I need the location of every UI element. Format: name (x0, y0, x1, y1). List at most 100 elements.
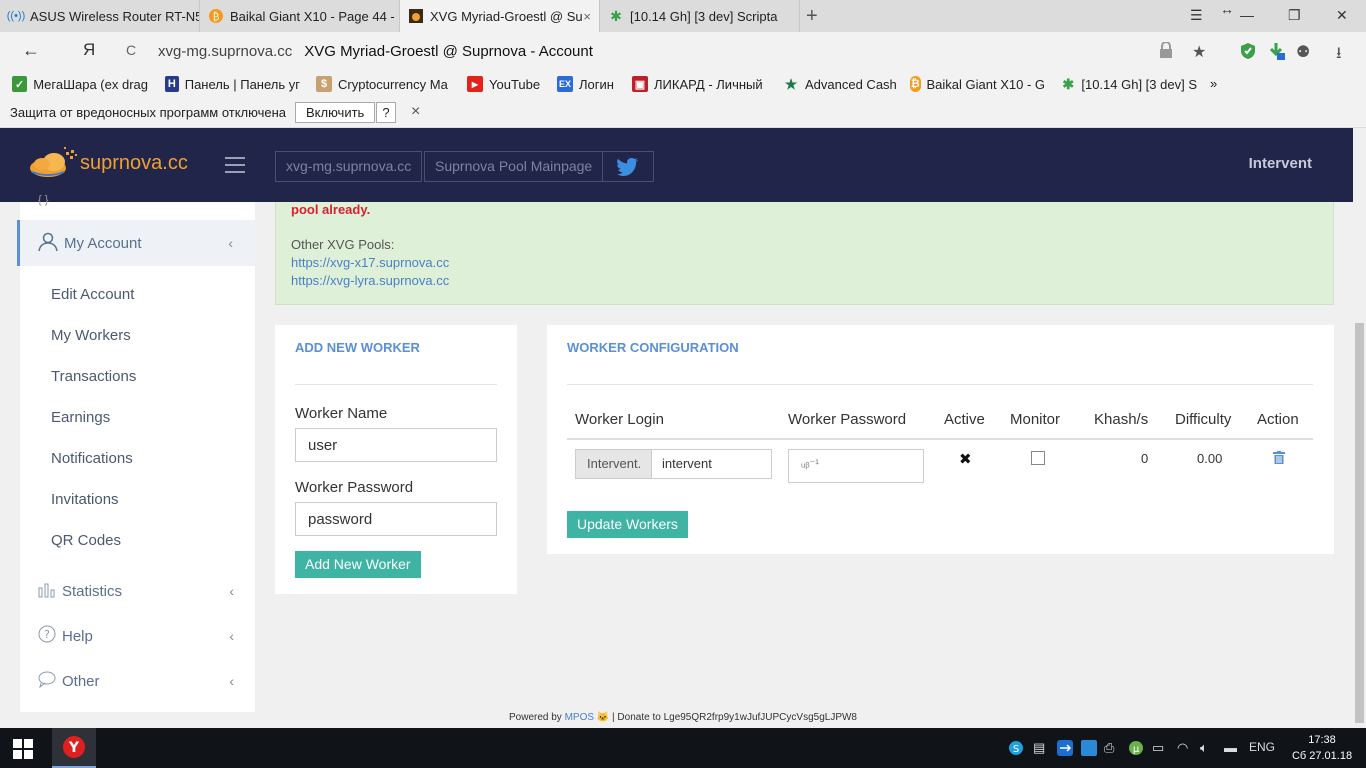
site-logo[interactable]: suprnova.cc (28, 146, 188, 180)
url-field[interactable]: C xvg-mg.suprnova.cc XVG Myriad-Groestl … (122, 36, 1222, 66)
battery-icon[interactable]: ▭ (1152, 740, 1164, 756)
bookmark-baikal[interactable]: ₿ Baikal Giant X10 - G (910, 76, 1045, 92)
close-tab-icon[interactable]: × (583, 9, 591, 24)
pool-link-x17[interactable]: https://xvg-x17.suprnova.cc (291, 255, 449, 270)
cut-off-icon: { } (38, 194, 49, 206)
yandex-icon[interactable]: Я (83, 40, 95, 60)
clock-date: Сб 27.01.18 (1291, 750, 1353, 762)
volume-icon[interactable]: 🔈︎ (1200, 740, 1208, 756)
twitter-button[interactable] (602, 151, 654, 182)
tab-asus-router[interactable]: ((•)) ASUS Wireless Router RT-N5 (0, 0, 200, 32)
windows-start-icon[interactable] (13, 739, 33, 762)
sidebar-item-label: My Account (64, 234, 142, 252)
skype-icon[interactable]: S (1008, 740, 1024, 759)
suprnova-icon (408, 8, 424, 24)
bookmark-megashara[interactable]: ✓ МегаШара (ex drag (12, 76, 148, 92)
add-new-worker-button[interactable]: Add New Worker (295, 551, 421, 578)
download-ext-icon[interactable] (1267, 42, 1285, 65)
sidebar-item-invitations[interactable]: Invitations (51, 491, 119, 508)
sidebar-item-help[interactable]: ? Help ‹ (38, 625, 238, 647)
col-khash: Khash/s (1094, 411, 1149, 428)
sidebar-item-statistics[interactable]: Statistics ‹ (38, 580, 238, 602)
monitor-checkbox[interactable] (1031, 451, 1045, 465)
wifi-icon[interactable]: ◠ (1177, 740, 1188, 756)
tab-suprnova[interactable]: XVG Myriad-Groestl @ Su × (400, 0, 600, 32)
menu-icon[interactable]: ☰ (1190, 7, 1203, 24)
network-app-icon[interactable] (1081, 740, 1097, 759)
bookmark-crypto[interactable]: $ Cryptocurrency Ma (316, 76, 451, 92)
tab-baikal[interactable]: ₿ Baikal Giant X10 - Page 44 - (200, 0, 400, 32)
scrollbar-thumb[interactable] (1355, 323, 1364, 723)
worker-login-prefix: Intervent. (575, 449, 652, 479)
back-icon[interactable]: ← (22, 40, 40, 61)
tab-scripta[interactable]: ✱ [10.14 Gh] [3 dev] Scripta (600, 0, 800, 32)
lock-icon[interactable] (1158, 41, 1174, 63)
worker-password-input[interactable] (295, 502, 497, 536)
github-icon[interactable]: 🐱 (597, 712, 609, 723)
star-icon[interactable]: ★ (1192, 42, 1206, 62)
help-button[interactable]: ? (376, 102, 396, 123)
mpos-link[interactable]: MPOS (565, 712, 594, 723)
hamburger-menu-icon[interactable] (225, 157, 245, 178)
update-workers-button[interactable]: Update Workers (567, 511, 688, 538)
page-scrollbar[interactable] (1353, 128, 1366, 728)
close-warning-icon[interactable]: × (411, 103, 420, 121)
minimize-icon[interactable]: — (1240, 7, 1254, 23)
khash-value: 0 (1141, 451, 1149, 466)
sidebar-item-my-workers[interactable]: My Workers (51, 327, 131, 344)
browser-tabbar: ((•)) ASUS Wireless Router RT-N5 ₿ Baika… (0, 0, 1366, 32)
reload-icon[interactable]: C (126, 42, 136, 58)
bookmark-scripta[interactable]: ✱ [10.14 Gh] [3 dev] S (1061, 76, 1197, 92)
trash-icon[interactable] (1273, 451, 1285, 467)
question-circle-icon: ? (38, 625, 56, 647)
yandex-browser-taskbar-button[interactable]: Y (52, 728, 96, 768)
worker-name-input[interactable] (295, 428, 497, 462)
language-indicator[interactable]: ENG (1249, 740, 1275, 754)
notification-icon[interactable]: ▬ (1224, 740, 1237, 755)
mainpage-button[interactable]: Suprnova Pool Mainpage (424, 151, 604, 182)
chevron-left-icon: ‹ (228, 235, 233, 251)
new-tab-button[interactable]: + (806, 5, 818, 28)
worker-config-title: WORKER CONFIGURATION (567, 340, 739, 355)
worker-login-input[interactable]: intervent (651, 449, 772, 479)
pool-link-lyra[interactable]: https://xvg-lyra.suprnova.cc (291, 273, 449, 288)
table-header-divider (567, 438, 1313, 440)
bookmark-likard[interactable]: ▣ ЛИКАРД - Личный (632, 76, 768, 92)
svg-text:Y: Y (68, 740, 80, 756)
sidebar-item-qr-codes[interactable]: QR Codes (51, 532, 121, 549)
windows-taskbar: Y S ▤ ⎙ µ ▭ ◠ 🔈︎ ▬ ENG 17:38 Сб 27.01.18 (0, 728, 1366, 768)
worker-password-field[interactable]: ᵤᵦ⁻¹ (788, 449, 924, 483)
pool-domain-button[interactable]: xvg-mg.suprnova.cc (275, 151, 423, 182)
sidebar-item-my-account[interactable]: My Account ‹ (17, 220, 255, 266)
restore-icon[interactable]: ❐ (1288, 7, 1301, 24)
sidebar-item-edit-account[interactable]: Edit Account (51, 286, 134, 303)
site-header: suprnova.cc xvg-mg.suprnova.cc Suprnova … (0, 128, 1366, 202)
difficulty-value: 0.00 (1197, 451, 1223, 466)
teamviewer-icon[interactable] (1057, 740, 1073, 759)
tab-label: ASUS Wireless Router RT-N5 (30, 8, 200, 24)
worker-config-panel: WORKER CONFIGURATION Worker Login Worker… (547, 325, 1334, 554)
app-window-icon[interactable]: ▤ (1033, 740, 1045, 756)
printer-icon[interactable]: ⎙ (1104, 740, 1114, 756)
powered-by-text: Powered by (508, 712, 562, 723)
shield-icon[interactable] (1239, 42, 1257, 65)
sidebar-item-earnings[interactable]: Earnings (51, 409, 110, 426)
close-window-icon[interactable]: ✕ (1336, 7, 1348, 24)
downloads-icon[interactable]: ⭳ (1336, 42, 1342, 69)
sidebar-item-transactions[interactable]: Transactions (51, 368, 136, 385)
enable-protection-button[interactable]: Включить (295, 102, 376, 123)
bookmarks-more-button[interactable]: » (1210, 76, 1217, 91)
sidebar-item-notifications[interactable]: Notifications (51, 450, 133, 467)
clock[interactable]: 17:38 Сб 27.01.18 (1290, 732, 1354, 764)
bookmark-panel[interactable]: H Панель | Панель уг (165, 76, 300, 92)
url-domain: xvg-mg.suprnova.cc (158, 42, 293, 60)
sidebar-item-other[interactable]: Other ‹ (38, 670, 238, 692)
bookmark-advcash[interactable]: ★ Advanced Cash (783, 76, 898, 92)
utorrent-icon[interactable]: µ (1128, 740, 1144, 759)
header-username[interactable]: Intervent (1249, 155, 1312, 172)
bookmark-youtube[interactable]: ▶ YouTube (467, 76, 547, 92)
bookmarks-bar: ✓ МегаШара (ex drag H Панель | Панель уг $… (0, 70, 1366, 98)
bookmark-login[interactable]: EX Логин (557, 76, 621, 92)
ext-icon[interactable]: ⚉ (1296, 42, 1310, 62)
sidebar: { } My Account ‹ Edit Account My Workers… (17, 194, 255, 712)
